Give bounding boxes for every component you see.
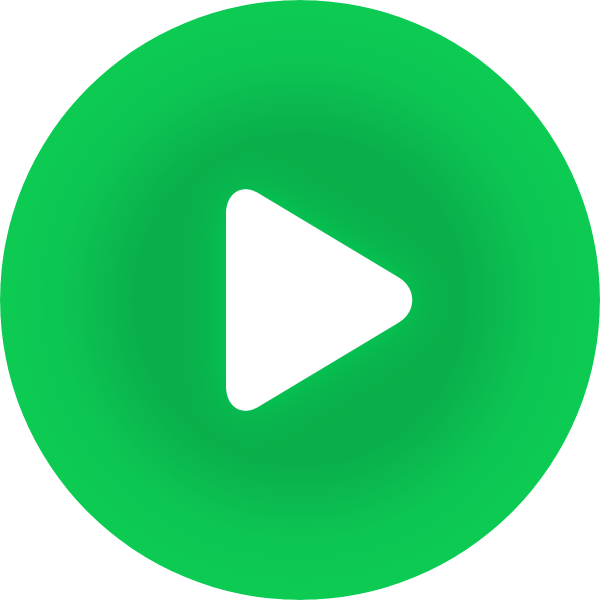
play-button-graphic bbox=[0, 0, 600, 600]
stage bbox=[0, 0, 600, 600]
play-button[interactable] bbox=[0, 0, 600, 600]
